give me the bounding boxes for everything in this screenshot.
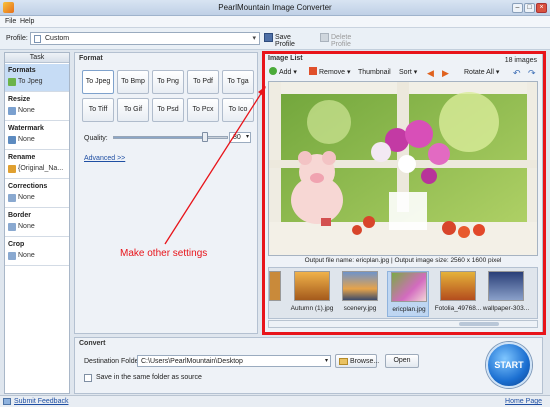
browse-button[interactable]: Browse... bbox=[335, 354, 380, 368]
profile-select[interactable]: Custom ▾ bbox=[30, 32, 260, 45]
task-name: Border bbox=[8, 212, 31, 219]
window-title: PearlMountain Image Converter bbox=[218, 3, 332, 12]
task-name: Watermark bbox=[8, 125, 44, 132]
menu-help[interactable]: Help bbox=[20, 18, 34, 25]
menu-bar: File Help bbox=[0, 16, 550, 28]
convert-icon bbox=[8, 78, 16, 86]
save-icon bbox=[264, 33, 273, 42]
task-name: Resize bbox=[8, 96, 31, 103]
profile-label: Profile: bbox=[6, 35, 28, 42]
task-value: None bbox=[18, 136, 35, 143]
save-profile-label: Save Profile bbox=[275, 34, 295, 48]
delete-icon bbox=[320, 33, 329, 42]
title-bar: PearlMountain Image Converter – □ × bbox=[0, 0, 550, 16]
format-tga-button[interactable]: To Tga bbox=[222, 70, 254, 94]
task-value: To Jpeg bbox=[18, 78, 43, 85]
format-psd-button[interactable]: To Psd bbox=[152, 98, 184, 122]
format-jpeg-button[interactable]: To Jpeg bbox=[82, 70, 114, 94]
corrections-icon bbox=[8, 194, 16, 202]
task-name: Formats bbox=[8, 67, 36, 74]
quality-slider[interactable] bbox=[113, 136, 228, 139]
format-png-button[interactable]: To Png bbox=[152, 70, 184, 94]
task-name: Crop bbox=[8, 241, 25, 248]
status-bar: Submit Feedback Home Page bbox=[0, 395, 550, 407]
feedback-icon bbox=[3, 398, 11, 405]
task-item-border[interactable]: Border None bbox=[5, 209, 69, 237]
home-page-link[interactable]: Home Page bbox=[505, 398, 542, 405]
task-value: None bbox=[18, 252, 35, 259]
annotation-text: Make other settings bbox=[120, 248, 208, 259]
format-header: Format bbox=[79, 55, 103, 62]
task-item-corrections[interactable]: Corrections None bbox=[5, 180, 69, 208]
format-pcx-button[interactable]: To Pcx bbox=[187, 98, 219, 122]
task-sidebar: Task Formats To Jpeg Resize None Waterma… bbox=[4, 52, 70, 394]
quality-slider-handle[interactable] bbox=[202, 132, 208, 142]
profile-bar: Profile: Custom ▾ Save Profile Delete Pr… bbox=[0, 28, 550, 50]
quality-input[interactable]: 80 ▾ bbox=[229, 132, 251, 143]
task-name: Corrections bbox=[8, 183, 48, 190]
format-gif-button[interactable]: To Gif bbox=[117, 98, 149, 122]
chevron-down-icon: ▾ bbox=[324, 358, 328, 364]
chevron-down-icon: ▾ bbox=[252, 35, 256, 42]
destination-label: Destination Folder: bbox=[84, 358, 143, 365]
menu-file[interactable]: File bbox=[5, 18, 16, 25]
crop-icon bbox=[8, 252, 16, 260]
format-tiff-button[interactable]: To Tiff bbox=[82, 98, 114, 122]
profile-value: Custom bbox=[45, 35, 70, 42]
chevron-down-icon: ▾ bbox=[245, 134, 249, 140]
browse-label: Browse... bbox=[350, 358, 380, 365]
delete-profile-label: Delete Profile bbox=[331, 34, 352, 48]
resize-icon bbox=[8, 107, 16, 115]
task-value: {Original_Na... bbox=[18, 165, 64, 172]
task-item-resize[interactable]: Resize None bbox=[5, 93, 69, 121]
open-button[interactable]: Open bbox=[385, 354, 419, 368]
task-item-crop[interactable]: Crop None bbox=[5, 238, 69, 266]
task-value: None bbox=[18, 223, 35, 230]
task-item-watermark[interactable]: Watermark None bbox=[5, 122, 69, 150]
close-icon[interactable]: × bbox=[536, 3, 547, 13]
folder-icon bbox=[339, 358, 348, 365]
pencil-icon bbox=[8, 165, 16, 173]
advanced-link[interactable]: Advanced >> bbox=[84, 155, 125, 162]
minimize-icon[interactable]: – bbox=[512, 3, 523, 13]
destination-folder-input[interactable]: C:\Users\PearlMountain\Desktop ▾ bbox=[137, 355, 331, 367]
format-bmp-button[interactable]: To Bmp bbox=[117, 70, 149, 94]
quality-value: 80 bbox=[233, 134, 241, 141]
task-item-rename[interactable]: Rename {Original_Na... bbox=[5, 151, 69, 179]
format-ico-button[interactable]: To Ico bbox=[222, 98, 254, 122]
start-button[interactable]: START bbox=[486, 342, 532, 388]
convert-header: Convert bbox=[79, 340, 106, 347]
document-icon bbox=[34, 35, 41, 43]
task-item-formats[interactable]: Formats To Jpeg bbox=[5, 64, 69, 92]
format-pdf-button[interactable]: To Pdf bbox=[187, 70, 219, 94]
submit-feedback-link[interactable]: Submit Feedback bbox=[14, 398, 68, 405]
destination-folder-value: C:\Users\PearlMountain\Desktop bbox=[141, 358, 243, 365]
checkbox-box[interactable] bbox=[84, 374, 92, 382]
task-header: Task bbox=[5, 53, 69, 63]
maximize-icon[interactable]: □ bbox=[524, 3, 535, 13]
quality-slider-fill bbox=[114, 137, 205, 138]
task-name: Rename bbox=[8, 154, 36, 161]
quality-label: Quality: bbox=[84, 135, 108, 142]
convert-panel: Convert Destination Folder: C:\Users\Pea… bbox=[74, 337, 543, 394]
border-icon bbox=[8, 223, 16, 231]
same-folder-label: Save in the same folder as source bbox=[96, 374, 202, 381]
format-panel: Format To Jpeg To Bmp To Png To Pdf To T… bbox=[74, 52, 258, 334]
watermark-icon bbox=[8, 136, 16, 144]
task-value: None bbox=[18, 194, 35, 201]
highlight-frame bbox=[262, 51, 546, 335]
task-value: None bbox=[18, 107, 35, 114]
